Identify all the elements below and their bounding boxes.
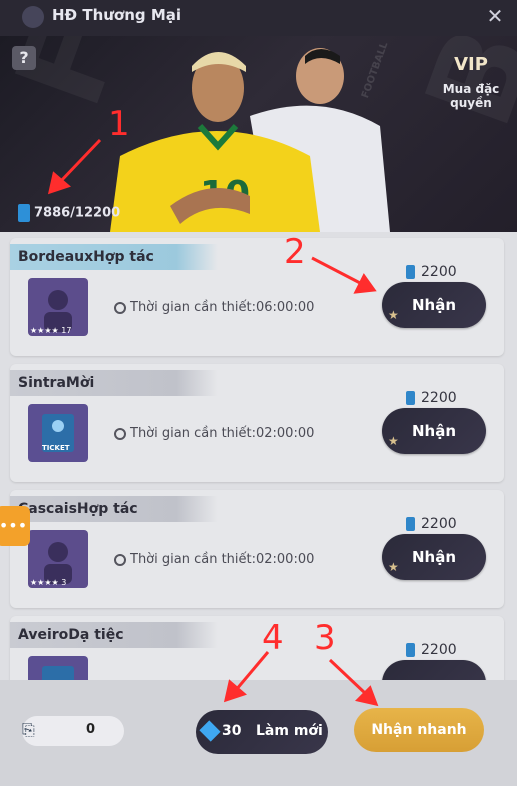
annotation-label: 1 [108, 104, 130, 144]
annotation-label: 2 [284, 232, 306, 272]
trade-window: HĐ Thương Mại ✕ FOOT BAL FOOTBALL 10 ? V… [0, 0, 517, 786]
annotation-overlay [47, 138, 379, 707]
annotation-label: 4 [262, 618, 284, 658]
annotation-label: 3 [314, 618, 336, 658]
